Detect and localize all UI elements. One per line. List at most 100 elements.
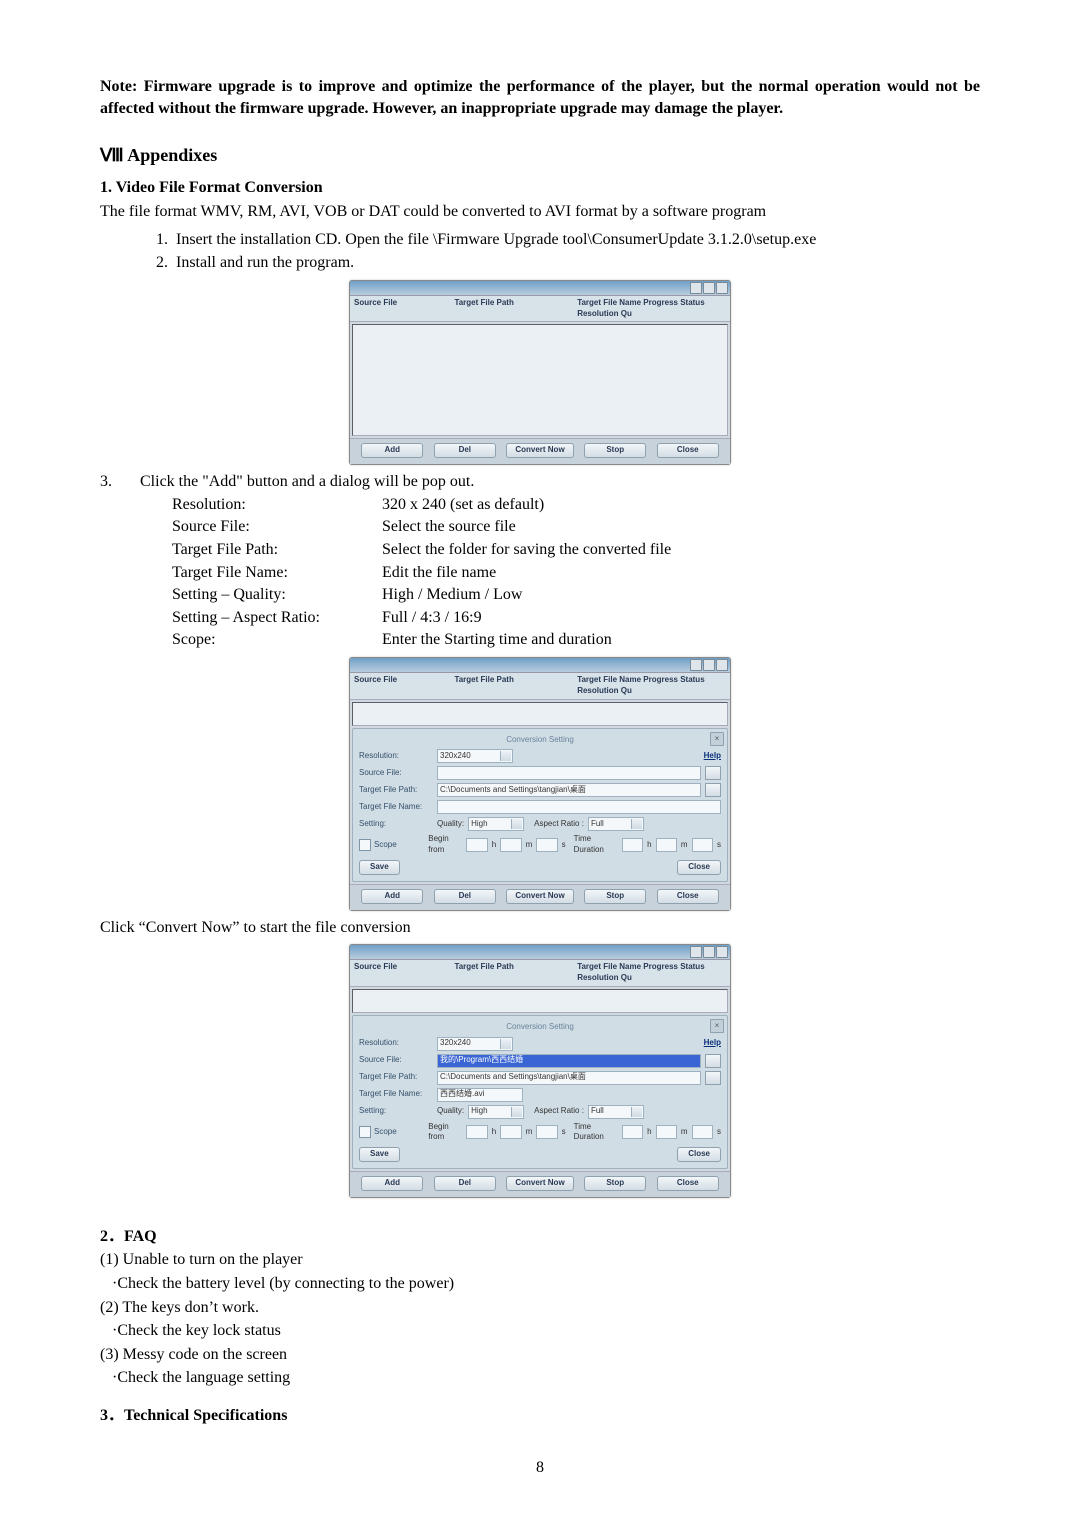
lbl-resolution: Resolution: bbox=[359, 751, 433, 762]
app-window: Source File Target File Path Target File… bbox=[349, 280, 731, 465]
target-path-field[interactable]: C:\Documents and Settings\tangjian\桌面 bbox=[437, 783, 701, 797]
quality-dropdown[interactable]: High bbox=[468, 817, 524, 831]
lbl-source-file: Source File: bbox=[359, 768, 433, 779]
col-target-name: Target File Name Progress Status Resolut… bbox=[577, 675, 726, 697]
resolution-dropdown[interactable]: 320x240 bbox=[437, 749, 513, 763]
begin-h-stepper[interactable] bbox=[466, 1125, 487, 1139]
window-titlebar bbox=[350, 945, 730, 960]
file-list-area bbox=[352, 324, 728, 436]
dialog-save-button[interactable]: Save bbox=[359, 1147, 400, 1162]
browse-target-button[interactable] bbox=[705, 1071, 721, 1085]
begin-h-stepper[interactable] bbox=[466, 838, 487, 852]
dialog-close-button[interactable]: Close bbox=[677, 860, 721, 875]
col-source-file: Source File bbox=[354, 962, 454, 984]
dialog-title: Conversion Setting bbox=[359, 1022, 721, 1033]
maximize-icon[interactable] bbox=[703, 282, 715, 294]
minimize-icon[interactable] bbox=[690, 946, 702, 958]
close-button[interactable]: Close bbox=[657, 889, 719, 904]
lbl-quality: Quality: bbox=[437, 1106, 464, 1117]
term-scope: Scope: bbox=[172, 629, 382, 651]
dialog-save-button[interactable]: Save bbox=[359, 860, 400, 875]
val-aspect: Full / 4:3 / 16:9 bbox=[382, 607, 980, 629]
step-1: Insert the installation CD. Open the fil… bbox=[172, 229, 980, 251]
resolution-dropdown[interactable]: 320x240 bbox=[437, 1037, 513, 1051]
lbl-duration: Time Duration bbox=[574, 834, 618, 856]
aspect-dropdown[interactable]: Full bbox=[588, 817, 644, 831]
column-headers: Source File Target File Path Target File… bbox=[350, 673, 730, 700]
dur-s-stepper[interactable] bbox=[692, 838, 713, 852]
document-page: Note: Firmware upgrade is to improve and… bbox=[0, 0, 1080, 1518]
step-3-number: 3. bbox=[100, 471, 140, 493]
close-icon[interactable] bbox=[716, 946, 728, 958]
minimize-icon[interactable] bbox=[690, 659, 702, 671]
minimize-icon[interactable] bbox=[690, 282, 702, 294]
window-titlebar bbox=[350, 281, 730, 296]
step-3-block: 3. Click the "Add" button and a dialog w… bbox=[100, 471, 980, 651]
col-source-file: Source File bbox=[354, 298, 454, 320]
close-icon[interactable] bbox=[716, 282, 728, 294]
unit-s: s bbox=[717, 1127, 721, 1138]
begin-s-stepper[interactable] bbox=[536, 1125, 557, 1139]
unit-m: m bbox=[526, 1127, 533, 1138]
quality-dropdown[interactable]: High bbox=[468, 1105, 524, 1119]
term-quality: Setting – Quality: bbox=[172, 584, 382, 606]
main-button-bar: Add Del Convert Now Stop Close bbox=[350, 1171, 730, 1197]
dur-m-stepper[interactable] bbox=[656, 1125, 677, 1139]
main-button-bar: Add Del Convert Now Stop Close bbox=[350, 884, 730, 910]
begin-m-stepper[interactable] bbox=[500, 1125, 521, 1139]
source-file-field[interactable]: 我的\Program\西西结婚 bbox=[437, 1054, 701, 1068]
dialog-close-icon[interactable]: × bbox=[710, 732, 724, 746]
begin-m-stepper[interactable] bbox=[500, 838, 521, 852]
add-button[interactable]: Add bbox=[361, 889, 423, 904]
close-icon[interactable] bbox=[716, 659, 728, 671]
convert-now-button[interactable]: Convert Now bbox=[506, 443, 573, 458]
dur-s-stepper[interactable] bbox=[692, 1125, 713, 1139]
dur-m-stepper[interactable] bbox=[656, 838, 677, 852]
lbl-aspect: Aspect Ratio : bbox=[534, 1106, 584, 1117]
convert-now-button[interactable]: Convert Now bbox=[506, 889, 573, 904]
scope-checkbox[interactable] bbox=[359, 1126, 371, 1138]
dialog-close-button[interactable]: Close bbox=[677, 1147, 721, 1162]
scope-checkbox[interactable] bbox=[359, 839, 371, 851]
maximize-icon[interactable] bbox=[703, 659, 715, 671]
begin-s-stepper[interactable] bbox=[536, 838, 557, 852]
lbl-setting: Setting: bbox=[359, 1106, 433, 1117]
dur-h-stepper[interactable] bbox=[622, 838, 643, 852]
help-link[interactable]: Help bbox=[704, 751, 721, 762]
stop-button[interactable]: Stop bbox=[584, 1176, 646, 1191]
window-titlebar bbox=[350, 658, 730, 673]
unit-m: m bbox=[681, 1127, 688, 1138]
lbl-aspect: Aspect Ratio : bbox=[534, 819, 584, 830]
val-source-file: Select the source file bbox=[382, 516, 980, 538]
source-file-field[interactable] bbox=[437, 766, 701, 780]
browse-source-button[interactable] bbox=[705, 1054, 721, 1068]
close-button[interactable]: Close bbox=[657, 443, 719, 458]
stop-button[interactable]: Stop bbox=[584, 889, 646, 904]
del-button[interactable]: Del bbox=[434, 889, 496, 904]
lbl-scope: Scope bbox=[374, 1127, 397, 1138]
del-button[interactable]: Del bbox=[434, 443, 496, 458]
help-link[interactable]: Help bbox=[704, 1038, 721, 1049]
dialog-close-icon[interactable]: × bbox=[710, 1019, 724, 1033]
val-quality: High / Medium / Low bbox=[382, 584, 980, 606]
convert-now-button[interactable]: Convert Now bbox=[506, 1176, 573, 1191]
target-name-field[interactable]: 西西结婚.avi bbox=[437, 1088, 523, 1102]
target-name-field[interactable] bbox=[437, 800, 721, 814]
close-button[interactable]: Close bbox=[657, 1176, 719, 1191]
target-path-field[interactable]: C:\Documents and Settings\tangjian\桌面 bbox=[437, 1071, 701, 1085]
browse-source-button[interactable] bbox=[705, 766, 721, 780]
lbl-target-name: Target File Name: bbox=[359, 802, 433, 813]
browse-target-button[interactable] bbox=[705, 783, 721, 797]
del-button[interactable]: Del bbox=[434, 1176, 496, 1191]
aspect-dropdown[interactable]: Full bbox=[588, 1105, 644, 1119]
lbl-target-path: Target File Path: bbox=[359, 1072, 433, 1083]
maximize-icon[interactable] bbox=[703, 946, 715, 958]
add-button[interactable]: Add bbox=[361, 1176, 423, 1191]
faq-a1: ·Check the battery level (by connecting … bbox=[112, 1273, 980, 1295]
add-button[interactable]: Add bbox=[361, 443, 423, 458]
val-resolution: 320 x 240 (set as default) bbox=[382, 494, 980, 516]
dur-h-stepper[interactable] bbox=[622, 1125, 643, 1139]
stop-button[interactable]: Stop bbox=[584, 443, 646, 458]
steps-list: Insert the installation CD. Open the fil… bbox=[100, 229, 980, 274]
faq-a3: ·Check the language setting bbox=[112, 1367, 980, 1389]
